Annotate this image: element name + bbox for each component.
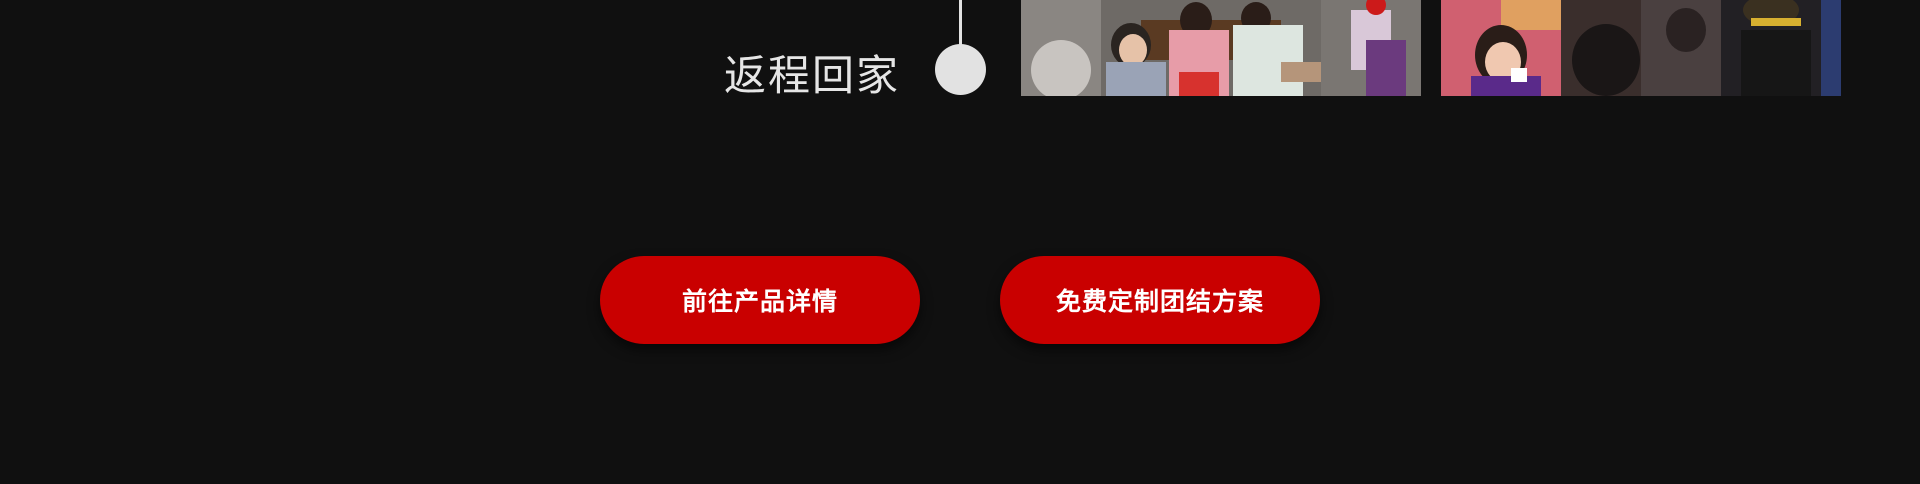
timeline-line	[959, 0, 962, 46]
group-dining-photo	[1021, 0, 1421, 96]
product-details-button[interactable]: 前往产品详情	[600, 256, 920, 344]
custom-plan-button[interactable]: 免费定制团结方案	[1000, 256, 1320, 344]
timeline-node	[935, 44, 986, 95]
festival-costume-photo	[1441, 0, 1841, 96]
page: 返程回家 前往产品详情 免费定制团结方案	[0, 0, 1920, 484]
timeline-step-label: 返程回家	[723, 51, 900, 100]
